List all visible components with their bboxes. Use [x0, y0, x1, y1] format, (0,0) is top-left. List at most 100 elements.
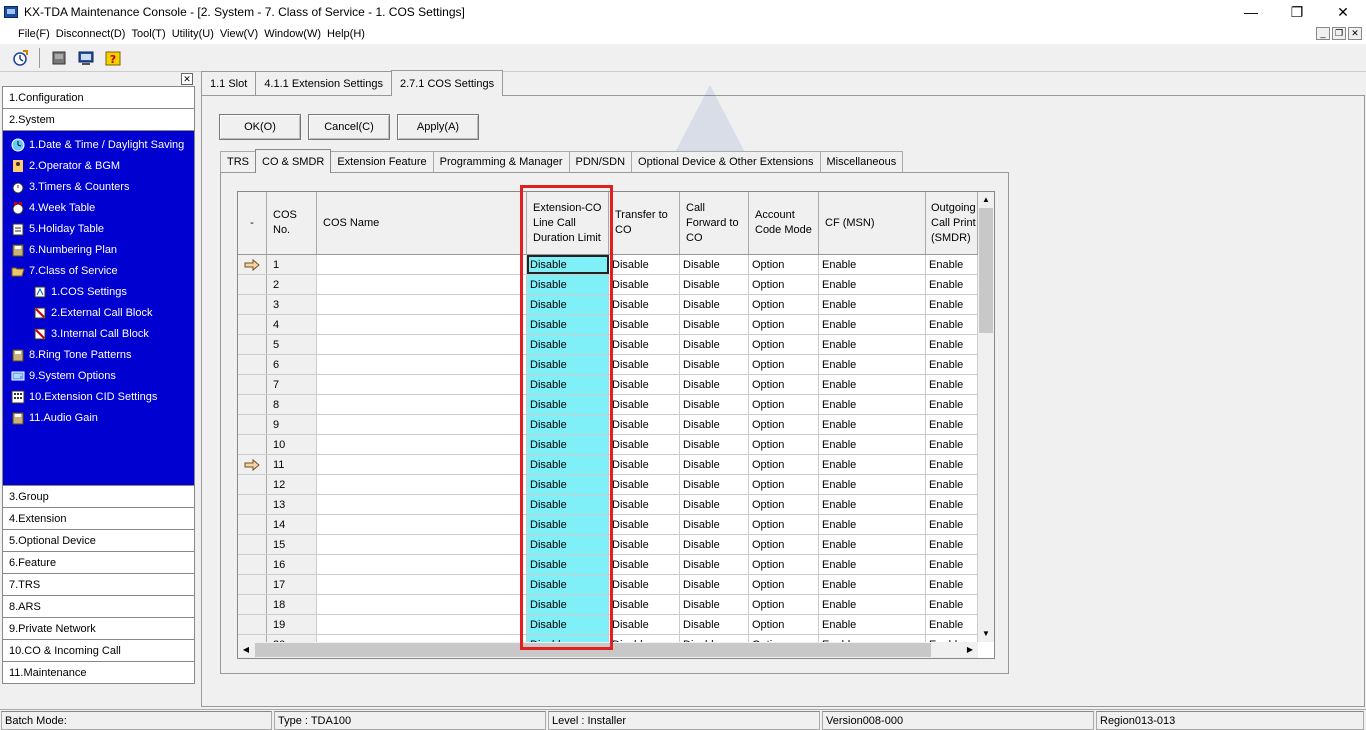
- outgoing-print-cell[interactable]: Enable: [926, 435, 978, 454]
- tab-trs[interactable]: TRS: [220, 151, 256, 172]
- outgoing-print-cell[interactable]: Enable: [926, 455, 978, 474]
- nav-subitem-system-options[interactable]: 9.System Options: [3, 365, 194, 386]
- ext-co-limit-cell[interactable]: Disable: [527, 475, 609, 494]
- row-marker[interactable]: [238, 415, 267, 434]
- table-row[interactable]: 6 Disable Disable Disable Option Enable Enable: [238, 355, 978, 375]
- nav-subitem-operator-bgm[interactable]: 2.Operator & BGM: [3, 155, 194, 176]
- cos-name-cell[interactable]: [317, 595, 527, 614]
- cos-name-cell[interactable]: [317, 535, 527, 554]
- close-button[interactable]: ✕: [1320, 0, 1366, 24]
- nav-subitem-timers-counters[interactable]: 3.Timers & Counters: [3, 176, 194, 197]
- cos-name-cell[interactable]: [317, 495, 527, 514]
- outgoing-print-cell[interactable]: Enable: [926, 315, 978, 334]
- transfer-cell[interactable]: Disable: [609, 315, 680, 334]
- menu-item-disconnect[interactable]: Disconnect(D): [56, 28, 126, 40]
- tab-programming-manager[interactable]: Programming & Manager: [432, 151, 570, 172]
- mdi-restore-button[interactable]: ❐: [1332, 27, 1346, 40]
- outgoing-print-cell[interactable]: Enable: [926, 595, 978, 614]
- cf-msn-cell[interactable]: Enable: [819, 555, 926, 574]
- transfer-cell[interactable]: Disable: [609, 335, 680, 354]
- row-marker[interactable]: [238, 535, 267, 554]
- transfer-cell[interactable]: Disable: [609, 535, 680, 554]
- call-forward-cell[interactable]: Disable: [680, 455, 749, 474]
- menu-item-view[interactable]: View(V): [220, 28, 258, 40]
- transfer-cell[interactable]: Disable: [609, 275, 680, 294]
- table-row[interactable]: 10 Disable Disable Disable Option Enable Enabl…: [238, 435, 978, 455]
- transfer-cell[interactable]: Disable: [609, 515, 680, 534]
- nav-item-ars[interactable]: 8.ARS: [2, 595, 195, 618]
- cf-msn-cell[interactable]: Enable: [819, 595, 926, 614]
- cf-msn-cell[interactable]: Enable: [819, 575, 926, 594]
- account-code-cell[interactable]: Option: [749, 435, 819, 454]
- transfer-cell[interactable]: Disable: [609, 295, 680, 314]
- header-cf-msn[interactable]: CF (MSN): [819, 192, 926, 254]
- call-forward-cell[interactable]: Disable: [680, 295, 749, 314]
- tab-miscellaneous[interactable]: Miscellaneous: [819, 151, 904, 172]
- tab-co-smdr[interactable]: CO & SMDR: [255, 149, 332, 173]
- ext-co-limit-cell[interactable]: Disable: [527, 395, 609, 414]
- cos-no-cell[interactable]: 18: [267, 595, 317, 614]
- ext-co-limit-cell[interactable]: Disable: [527, 575, 609, 594]
- account-code-cell[interactable]: Option: [749, 475, 819, 494]
- row-marker[interactable]: [238, 395, 267, 414]
- nav-subitem-ring-tone-patterns[interactable]: 8.Ring Tone Patterns: [3, 344, 194, 365]
- tab-slot[interactable]: 1.1 Slot: [201, 71, 257, 95]
- outgoing-print-cell[interactable]: Enable: [926, 255, 978, 274]
- cos-no-cell[interactable]: 3: [267, 295, 317, 314]
- minimize-button[interactable]: —: [1228, 0, 1274, 24]
- row-marker[interactable]: [238, 295, 267, 314]
- tab-extension-settings[interactable]: 4.1.1 Extension Settings: [255, 71, 392, 95]
- ext-co-limit-cell[interactable]: Disable: [527, 555, 609, 574]
- ext-co-limit-cell[interactable]: Disable: [527, 535, 609, 554]
- mdi-minimize-button[interactable]: _: [1316, 27, 1330, 40]
- row-marker[interactable]: [238, 595, 267, 614]
- restore-button[interactable]: ❐: [1274, 0, 1320, 24]
- ext-co-limit-cell[interactable]: Disable: [527, 255, 609, 274]
- cos-name-cell[interactable]: [317, 395, 527, 414]
- call-forward-cell[interactable]: Disable: [680, 495, 749, 514]
- ext-co-limit-cell[interactable]: Disable: [527, 275, 609, 294]
- account-code-cell[interactable]: Option: [749, 375, 819, 394]
- cf-msn-cell[interactable]: Enable: [819, 275, 926, 294]
- cos-name-cell[interactable]: [317, 475, 527, 494]
- scroll-up-icon[interactable]: ▲: [978, 192, 994, 208]
- row-marker[interactable]: [238, 275, 267, 294]
- table-row[interactable]: 3 Disable Disable Disable Option Enable Enable: [238, 295, 978, 315]
- table-row[interactable]: 12 Disable Disable Disable Option Enable Enabl…: [238, 475, 978, 495]
- cos-name-cell[interactable]: [317, 295, 527, 314]
- account-code-cell[interactable]: Option: [749, 575, 819, 594]
- ext-co-limit-cell[interactable]: Disable: [527, 315, 609, 334]
- cf-msn-cell[interactable]: Enable: [819, 495, 926, 514]
- row-pointer-icon[interactable]: [238, 455, 267, 474]
- tab-optional-device[interactable]: Optional Device & Other Extensions: [631, 151, 821, 172]
- call-forward-cell[interactable]: Disable: [680, 515, 749, 534]
- ext-co-limit-cell[interactable]: Disable: [527, 615, 609, 634]
- scroll-left-icon[interactable]: ◀: [238, 642, 254, 658]
- cos-no-cell[interactable]: 9: [267, 415, 317, 434]
- cos-name-cell[interactable]: [317, 515, 527, 534]
- cos-name-cell[interactable]: [317, 435, 527, 454]
- account-code-cell[interactable]: Option: [749, 315, 819, 334]
- cos-name-cell[interactable]: [317, 375, 527, 394]
- vertical-scroll-thumb[interactable]: [979, 208, 993, 333]
- cf-msn-cell[interactable]: Enable: [819, 315, 926, 334]
- cos-no-cell[interactable]: 16: [267, 555, 317, 574]
- menu-item-tool[interactable]: Tool(T): [131, 28, 165, 40]
- transfer-cell[interactable]: Disable: [609, 255, 680, 274]
- scroll-right-icon[interactable]: ▶: [962, 642, 978, 658]
- cos-name-cell[interactable]: [317, 455, 527, 474]
- cos-no-cell[interactable]: 14: [267, 515, 317, 534]
- cos-no-cell[interactable]: 4: [267, 315, 317, 334]
- cancel-button[interactable]: Cancel(C): [308, 114, 390, 140]
- outgoing-print-cell[interactable]: Enable: [926, 395, 978, 414]
- cf-msn-cell[interactable]: Enable: [819, 515, 926, 534]
- header-call-forward-to-co[interactable]: Call Forward to CO: [680, 192, 749, 254]
- cos-no-cell[interactable]: 15: [267, 535, 317, 554]
- nav-item-co-incoming-call[interactable]: 10.CO & Incoming Call: [2, 639, 195, 662]
- cos-no-cell[interactable]: 10: [267, 435, 317, 454]
- menu-item-file[interactable]: File(F): [18, 28, 50, 40]
- table-row[interactable]: 16 Disable Disable Disable Option Enable Enabl…: [238, 555, 978, 575]
- cos-no-cell[interactable]: 7: [267, 375, 317, 394]
- nav-subitem-audio-gain[interactable]: 11.Audio Gain: [3, 407, 194, 428]
- account-code-cell[interactable]: Option: [749, 515, 819, 534]
